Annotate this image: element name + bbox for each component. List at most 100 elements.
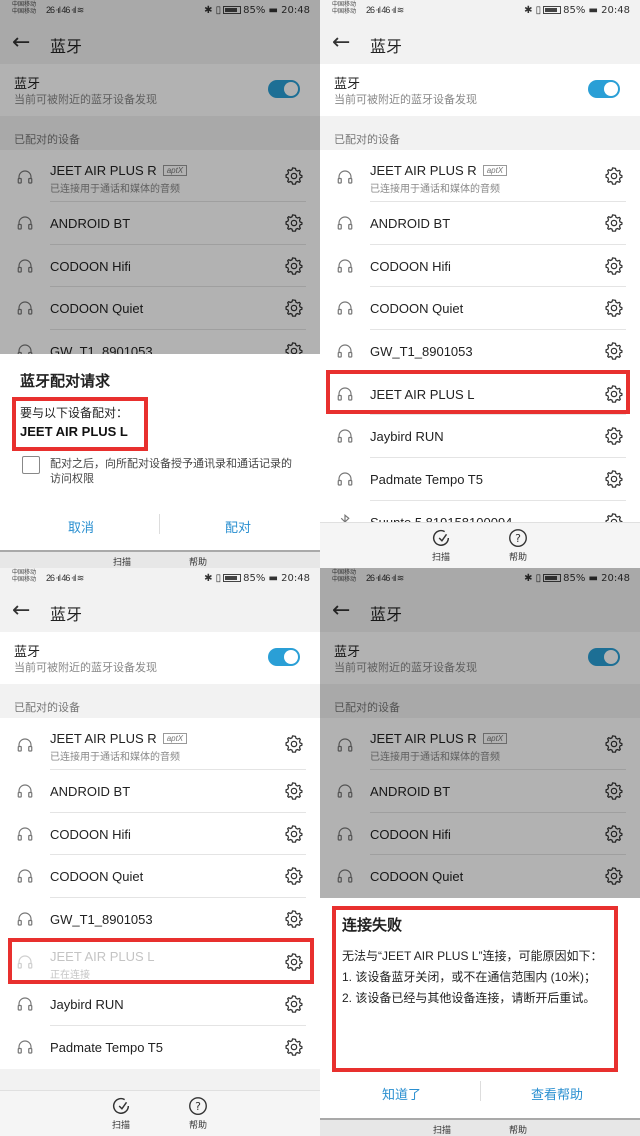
- help-button[interactable]: 帮助: [509, 1123, 527, 1136]
- list-item[interactable]: Jaybird RUN: [320, 415, 640, 459]
- bluetooth-label: 蓝牙: [334, 76, 361, 91]
- gear-icon[interactable]: [284, 866, 304, 886]
- list-item[interactable]: GW_T1_8901053: [0, 898, 320, 941]
- title-bar: ← 蓝牙: [0, 592, 320, 632]
- dialog-device-name: JEET AIR PLUS L: [20, 424, 128, 439]
- error-reason-2: 2. 该设备已经与其他设备连接，请断开后重试。: [342, 991, 596, 1005]
- help-button[interactable]: 帮助: [178, 1095, 218, 1131]
- view-help-button[interactable]: 查看帮助: [531, 1084, 583, 1103]
- list-item[interactable]: Jaybird RUN: [0, 983, 320, 1027]
- list-item[interactable]: Padmate Tempo T5: [320, 458, 640, 501]
- list-item[interactable]: JEET AIR PLUS L 正在连接: [0, 941, 320, 984]
- ok-button[interactable]: 知道了: [382, 1084, 421, 1103]
- dialog-title: 连接失败: [342, 917, 403, 934]
- divider: [480, 1081, 481, 1101]
- gear-icon[interactable]: [284, 824, 304, 844]
- carrier-label: 中国移动 中国移动: [12, 570, 37, 583]
- pair-button[interactable]: 配对: [225, 517, 251, 536]
- list-item[interactable]: JEET AIR PLUS R aptX 已连接用于通话和媒体的音频: [320, 150, 640, 202]
- help-label: 帮助: [508, 552, 527, 562]
- headphone-icon: [16, 995, 34, 1013]
- headphone-icon: [336, 214, 354, 232]
- headphone-icon: [16, 867, 34, 885]
- gear-icon[interactable]: [284, 1037, 304, 1057]
- bluetooth-toggle[interactable]: [268, 648, 300, 666]
- connect-failed-dialog: 连接失败 无法与“JEET AIR PLUS L”连接，可能原因如下： 1. 该…: [320, 898, 640, 1118]
- device-name: JEET AIR PLUS R: [370, 163, 477, 178]
- list-item[interactable]: JEET AIR PLUS R aptX 已连接用于通话和媒体的音频: [0, 718, 320, 770]
- dialog-message: 无法与“JEET AIR PLUS L”连接，可能原因如下： 1. 该设备蓝牙关…: [342, 946, 624, 1009]
- bluetooth-toggle-row[interactable]: 蓝牙 当前可被附近的蓝牙设备发现: [320, 64, 640, 116]
- back-arrow-icon[interactable]: ←: [332, 31, 350, 55]
- page-title: 蓝牙: [50, 607, 83, 624]
- headphone-icon: [336, 470, 354, 488]
- gear-icon[interactable]: [604, 384, 624, 404]
- bluetooth-subtitle: 当前可被附近的蓝牙设备发现: [334, 94, 477, 106]
- list-item[interactable]: GW_T1_8901053: [320, 330, 640, 373]
- battery-icon: [543, 6, 562, 14]
- device-status: 正在连接: [50, 969, 90, 981]
- aptx-badge: aptX: [162, 733, 188, 744]
- status-right: ✱ ▯ 85% ▬ 20:48: [524, 5, 630, 16]
- status-bar: 中国移动 中国移动 26 ‧ıl 46 ‧ıl ≋ ✱ ▯ 85% ▬ 20:48: [320, 0, 640, 24]
- gear-icon[interactable]: [604, 213, 624, 233]
- scan-button[interactable]: 扫描: [101, 1095, 141, 1131]
- list-item[interactable]: JEET AIR PLUS L: [320, 373, 640, 416]
- back-arrow-icon[interactable]: ←: [12, 599, 30, 623]
- gear-icon[interactable]: [604, 469, 624, 489]
- headphone-icon: [16, 825, 34, 843]
- gear-icon[interactable]: [604, 341, 624, 361]
- list-item[interactable]: CODOON Quiet: [0, 855, 320, 899]
- device-status: 已连接用于通话和媒体的音频: [370, 184, 500, 195]
- device-name: Jaybird RUN: [370, 429, 444, 445]
- gear-icon[interactable]: [284, 994, 304, 1014]
- scan-button[interactable]: 扫描: [433, 1123, 451, 1136]
- list-item[interactable]: Padmate Tempo T5: [0, 1026, 320, 1069]
- list-item[interactable]: CODOON Hifi: [320, 245, 640, 288]
- panel-connect-failed: 中国移动 中国移动 26 ‧ıl 46 ‧ıl ≋ ✱ ▯ 85% ▬ 20:48 …: [320, 568, 640, 1136]
- help-button[interactable]: 帮助: [498, 527, 538, 563]
- headphone-icon: [336, 342, 354, 360]
- bottom-bar: 扫描 帮助: [0, 1090, 320, 1136]
- headphone-icon: [336, 385, 354, 403]
- gear-icon[interactable]: [284, 781, 304, 801]
- bottom-bar: 扫描 帮助: [320, 1120, 640, 1136]
- battery-icon: [223, 574, 242, 582]
- scan-button[interactable]: 扫描: [113, 555, 131, 568]
- pair-request-dialog: 蓝牙配对请求 要与以下设备配对： JEET AIR PLUS L 配对之后，向所…: [0, 354, 320, 550]
- gear-icon[interactable]: [604, 298, 624, 318]
- scan-button[interactable]: 扫描: [421, 527, 461, 563]
- dialog-title: 蓝牙配对请求: [20, 373, 111, 390]
- bluetooth-label: 蓝牙: [14, 644, 41, 659]
- gear-icon[interactable]: [284, 909, 304, 929]
- gear-icon[interactable]: [604, 256, 624, 276]
- device-name: CODOON Quiet: [370, 301, 464, 317]
- error-reason-intro: 无法与“JEET AIR PLUS L”连接，可能原因如下：: [342, 949, 603, 963]
- scan-label: 扫描: [111, 1120, 130, 1130]
- cancel-button[interactable]: 取消: [68, 517, 94, 536]
- gear-icon[interactable]: [604, 426, 624, 446]
- device-name: JEET AIR PLUS R: [50, 731, 157, 746]
- list-item[interactable]: CODOON Hifi: [0, 813, 320, 856]
- carrier-label: 中国移动 中国移动: [332, 2, 357, 15]
- list-item[interactable]: ANDROID BT: [320, 202, 640, 245]
- device-name: GW_T1_8901053: [370, 344, 473, 360]
- device-list: JEET AIR PLUS R aptX 已连接用于通话和媒体的音频 ANDROI…: [0, 718, 320, 1069]
- gear-icon[interactable]: [604, 166, 624, 186]
- list-item[interactable]: ANDROID BT: [0, 770, 320, 813]
- device-name: CODOON Hifi: [50, 826, 131, 842]
- contacts-permission-checkbox[interactable]: [22, 456, 40, 474]
- list-item[interactable]: CODOON Quiet: [320, 287, 640, 331]
- bluetooth-toggle-row[interactable]: 蓝牙 当前可被附近的蓝牙设备发现: [0, 632, 320, 684]
- bluetooth-toggle[interactable]: [588, 80, 620, 98]
- help-button[interactable]: 帮助: [189, 555, 207, 568]
- gear-icon[interactable]: [284, 734, 304, 754]
- help-icon: [187, 1095, 209, 1117]
- device-name: CODOON Quiet: [50, 869, 144, 885]
- signal-icon: 26 ‧ıl 46 ‧ıl ≋: [366, 5, 404, 15]
- headphone-icon: [336, 299, 354, 317]
- device-name: ANDROID BT: [370, 216, 451, 231]
- device-name: JEET AIR PLUS L: [370, 386, 475, 402]
- gear-icon[interactable]: [284, 952, 304, 972]
- panel-device-list: 中国移动 中国移动 26 ‧ıl 46 ‧ıl ≋ ✱ ▯ 85% ▬ 20:48 …: [320, 0, 640, 568]
